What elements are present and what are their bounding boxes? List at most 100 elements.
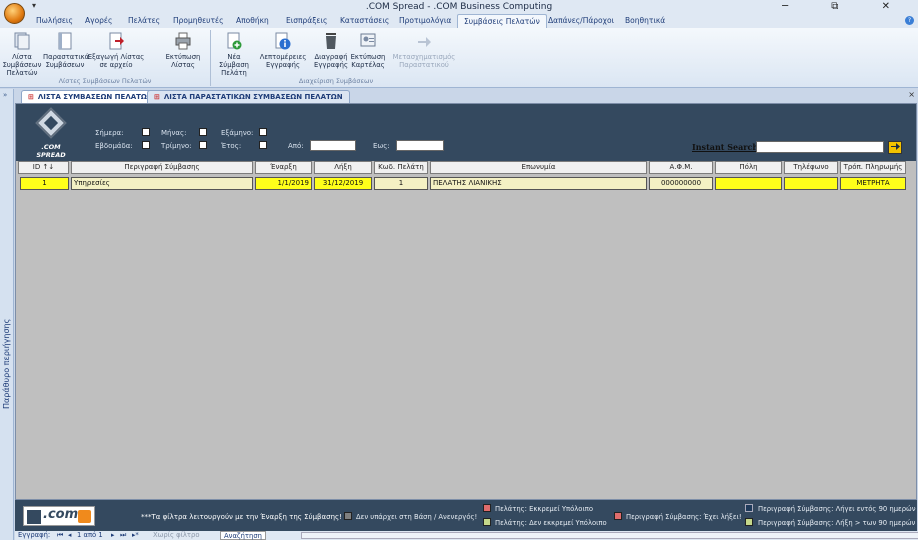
column-header-end[interactable]: Λήξη (314, 161, 372, 174)
record-label: Εγγραφή: (18, 531, 51, 539)
column-header-name[interactable]: Επωνυμία (430, 161, 647, 174)
window-controls[interactable]: ─ ⧉ ✕ (782, 1, 910, 12)
print-list-button[interactable]: Εκτύπωση Λίστας (158, 32, 208, 69)
new-contract-button[interactable]: Νέα Σύμβαση Πελάτη (212, 32, 256, 77)
filter-note: ***Τα φίλτρα λειτουργούν με την Έναρξη τ… (141, 513, 342, 521)
ribbon: Λίστα Συμβάσεων Πελατών Παραστατικά Συμβ… (0, 28, 918, 88)
cell-id[interactable]: 1 (20, 177, 69, 190)
last-record-button[interactable]: ⏭ (120, 531, 126, 540)
column-header-description[interactable]: Περιγραφή Σύμβασης (71, 161, 253, 174)
to-date-input[interactable] (396, 140, 444, 151)
quarter-label: Τρίμηνο: (161, 142, 192, 150)
tab-expenses[interactable]: Δαπάνες/Πάροχοι (548, 16, 614, 25)
window-title: .COM Spread - .COM Business Computing (365, 2, 553, 12)
tab-proforma[interactable]: Προτιμολόγια (399, 16, 451, 25)
year-label: Έτος: (221, 142, 242, 150)
month-label: Μήνας: (161, 129, 187, 137)
legend-swatch-expires-90 (745, 504, 753, 512)
contract-list-label: Λίστα Συμβάσεων Πελατών (2, 53, 42, 77)
cell-description[interactable]: Υπηρεσίες (71, 177, 253, 190)
print-list-label: Εκτύπωση Λίστας (165, 53, 201, 69)
search-button[interactable] (888, 141, 902, 154)
help-icon[interactable]: ? (905, 16, 914, 25)
record-navigator: Εγγραφή: ⏮ ◂ 1 από 1 ▸ ⏭ ▸* Χωρίς φίλτρο… (15, 531, 918, 540)
table-row[interactable]: 1 Υπηρεσίες 1/1/2019 31/12/2019 1 ΠΕΛΑΤΗ… (16, 177, 916, 191)
tab-contract-list-label: ΛΙΣΤΑ ΣΥΜΒΑΣΕΩΝ ΠΕΛΑΤΩΝ (37, 93, 153, 101)
transform-document-button[interactable]: Μετασχηματισμός Παραστατικού (392, 32, 456, 69)
next-record-button[interactable]: ▸ (111, 531, 114, 539)
trash-icon (323, 32, 339, 50)
column-header-start[interactable]: Έναρξη (255, 161, 312, 174)
record-position[interactable]: 1 από 1 (77, 531, 103, 539)
column-header-afm[interactable]: Α.Φ.Μ. (649, 161, 713, 174)
contract-list-form: .COM SPREAD Σήμερα: Εβδομάδα: Μήνας: Τρί… (15, 103, 917, 500)
first-record-button[interactable]: ⏮ (57, 531, 63, 540)
tab-receipts[interactable]: Εισπράξεις (286, 16, 327, 25)
month-checkbox[interactable] (199, 128, 207, 136)
tab-contract-documents-list[interactable]: ⊞ ΛΙΣΤΑ ΠΑΡΑΣΤΑΤΙΚΩΝ ΣΥΜΒΑΣΕΩΝ ΠΕΛΑΤΩΝ (147, 90, 350, 103)
filter-status[interactable]: Χωρίς φίλτρο (153, 531, 199, 539)
legend-swatch-expires-over-90 (745, 518, 753, 526)
column-header-customer-code[interactable]: Κωδ. Πελάτη (374, 161, 428, 174)
footer-legend: .com ***Τα φίλτρα λειτουργούν με την Ένα… (15, 500, 917, 531)
prev-record-button[interactable]: ◂ (68, 531, 71, 539)
column-header-id[interactable]: ID ↑↓ (18, 161, 69, 174)
close-document-icon[interactable]: × (908, 90, 915, 99)
week-label: Εβδομάδα: (95, 142, 133, 150)
cell-start[interactable]: 1/1/2019 (255, 177, 312, 190)
new-contract-label: Νέα Σύμβαση Πελάτη (219, 53, 249, 77)
tab-suppliers[interactable]: Προμηθευτές (173, 16, 223, 25)
cell-end[interactable]: 31/12/2019 (314, 177, 372, 190)
horizontal-scrollbar[interactable] (301, 532, 918, 539)
quarter-checkbox[interactable] (199, 141, 207, 149)
navigation-pane[interactable]: » Παράθυρο περιήγησης (0, 89, 14, 540)
cell-customer-code[interactable]: 1 (374, 177, 428, 190)
tab-utilities[interactable]: Βοηθητικά (625, 16, 665, 25)
week-checkbox[interactable] (142, 141, 150, 149)
cell-name[interactable]: ΠΕΛΑΤΗΣ ΛΙΑΝΙΚΗΣ (430, 177, 647, 190)
instant-search-input[interactable] (756, 141, 884, 153)
legend-expired: Περιγραφή Σύμβασης: Έχει λήξει! (626, 513, 742, 521)
new-record-button[interactable]: ▸* (132, 531, 139, 539)
logo-text: .COM SPREAD (36, 143, 66, 159)
form-icon: ⊞ (154, 93, 160, 101)
contract-list-button[interactable]: Λίστα Συμβάσεων Πελατών (0, 32, 44, 77)
arrow-right-icon (891, 143, 900, 150)
tab-customers[interactable]: Πελάτες (128, 16, 160, 25)
column-header-payment[interactable]: Τρόπ. Πληρωμής (840, 161, 906, 174)
printer-icon (175, 32, 191, 50)
tab-customer-contracts[interactable]: Συμβάσεις Πελατών (457, 14, 547, 29)
contract-documents-label: Παραστατικά Συμβάσεων (43, 53, 90, 69)
year-checkbox[interactable] (259, 141, 267, 149)
cell-phone[interactable] (784, 177, 838, 190)
semester-checkbox[interactable] (259, 128, 267, 136)
legend-inactive: Δεν υπάρχει στη Βάση / Ανενεργός! (356, 513, 478, 521)
export-list-button[interactable]: Εξαγωγή Λίστας σε αρχείο (87, 32, 145, 69)
legend-no-balance: Πελάτης: Δεν εκκρεμεί Υπόλοιπο (495, 519, 607, 527)
ribbon-group-lists-name: Λίστες Συμβάσεων Πελατών (58, 77, 152, 85)
tab-purchases[interactable]: Αγορές (85, 16, 112, 25)
cell-afm[interactable]: 000000000 (649, 177, 713, 190)
today-checkbox[interactable] (142, 128, 150, 136)
export-list-label: Εξαγωγή Λίστας σε αρχείο (87, 53, 145, 69)
expand-pane-icon[interactable]: » (3, 91, 7, 99)
tab-contract-list[interactable]: ⊞ ΛΙΣΤΑ ΣΥΜΒΑΣΕΩΝ ΠΕΛΑΤΩΝ (21, 90, 160, 103)
contract-documents-button[interactable]: Παραστατικά Συμβάσεων (43, 32, 90, 69)
tab-sales[interactable]: Πωλήσεις (36, 16, 73, 25)
column-header-phone[interactable]: Τηλέφωνο (784, 161, 838, 174)
tab-reports[interactable]: Καταστάσεις (340, 16, 389, 25)
column-header-city[interactable]: Πόλη (715, 161, 782, 174)
app-menu-orb[interactable] (4, 3, 25, 24)
search-box[interactable]: Αναζήτηση (220, 531, 266, 540)
legend-swatch-no-balance (483, 518, 491, 526)
title-bar: ▾ .COM Spread - .COM Business Computing … (0, 0, 918, 14)
legend-swatch-inactive (344, 512, 352, 520)
to-label: Εως: (373, 142, 390, 150)
from-date-input[interactable] (310, 140, 356, 151)
tab-warehouse[interactable]: Αποθήκη (236, 16, 269, 25)
print-card-button[interactable]: Εκτύπωση Καρτέλας (346, 32, 390, 69)
cell-payment[interactable]: ΜΕΤΡΗΤΑ (840, 177, 906, 190)
cell-city[interactable] (715, 177, 782, 190)
record-details-button[interactable]: Λεπτομέρειες Εγγραφής (258, 32, 308, 69)
document-icon (57, 32, 73, 50)
